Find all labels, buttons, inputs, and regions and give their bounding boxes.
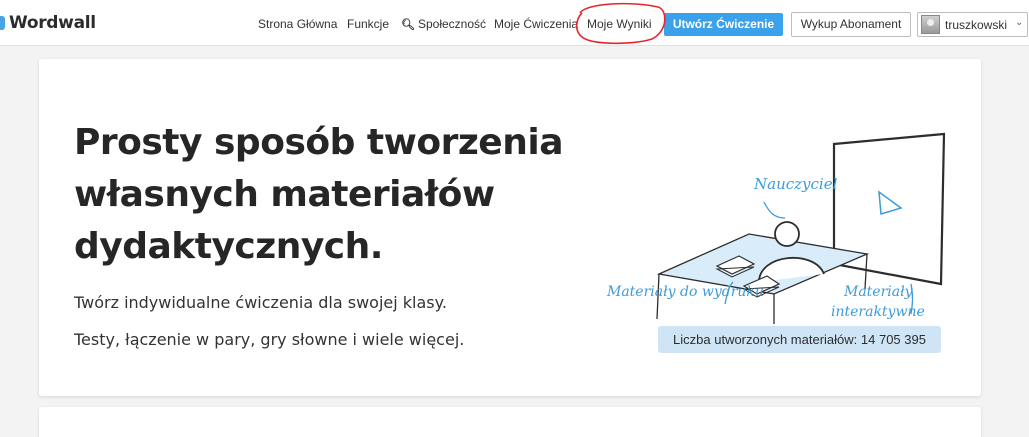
nav-community-label: Społeczność — [417, 17, 487, 31]
chevron-down-icon: ⌄ — [1015, 17, 1024, 28]
nav-home[interactable]: Strona Główna — [258, 17, 337, 31]
wordwall-logo[interactable]: Wordwall — [0, 13, 96, 33]
create-activity-button[interactable]: Utwórz Ćwiczenie — [664, 13, 783, 36]
subscribe-button[interactable]: Wykup Abonament — [791, 12, 911, 37]
search-icon: 🔍︎ — [401, 19, 415, 31]
teacher-label: Nauczyciel — [753, 175, 838, 193]
printables-label: Materiały do wydruku — [606, 284, 764, 300]
top-navbar: Wordwall Strona Główna Funkcje 🔍︎ Społecz… — [0, 0, 1029, 46]
logo-text: Wordwall — [9, 13, 96, 33]
avatar — [921, 15, 940, 34]
hero-title: Prosty sposób tworzenia własnych materia… — [74, 122, 563, 267]
illustration-labels: Materiały do wydruku Materiały interakty… — [606, 284, 925, 320]
hero-subtitle-2: Testy, łączenie w pary, gry słowne i wie… — [74, 330, 465, 349]
logo-mark-icon — [0, 16, 5, 30]
nav-my-activities[interactable]: Moje Ćwiczenia — [494, 17, 578, 31]
teacher-head — [774, 221, 800, 247]
interactive-label-1: Materiały — [843, 284, 914, 300]
username: truszkowski — [945, 18, 1008, 32]
hero-subtitle-1: Twórz indywidualne ćwiczenia dla swojej … — [74, 293, 447, 312]
nav-features[interactable]: Funkcje — [347, 17, 389, 31]
hero-card: Prosty sposób tworzenia własnych materia… — [39, 59, 981, 396]
secondary-card — [39, 407, 981, 437]
user-menu[interactable]: truszkowski ⌄ — [917, 12, 1028, 37]
activities-counter-badge: Liczba utworzonych materiałów: 14 705 39… — [658, 326, 941, 353]
nav-community[interactable]: 🔍︎ Społeczność — [401, 17, 486, 31]
interactive-label-2: interaktywne — [831, 304, 925, 320]
